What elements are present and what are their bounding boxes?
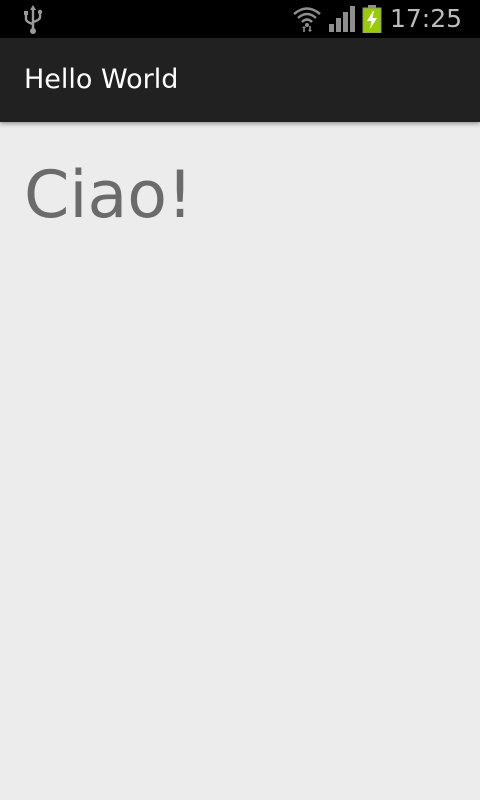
wifi-icon bbox=[292, 5, 322, 33]
signal-icon bbox=[328, 6, 358, 32]
usb-icon bbox=[20, 5, 46, 35]
status-bar: 17:25 bbox=[0, 0, 480, 38]
main-content: Ciao! bbox=[0, 122, 480, 800]
action-bar: Hello World bbox=[0, 38, 480, 122]
greeting-text: Ciao! bbox=[24, 158, 194, 233]
battery-charging-icon bbox=[362, 5, 382, 34]
app-title: Hello World bbox=[24, 64, 179, 95]
status-clock: 17:25 bbox=[390, 4, 463, 33]
